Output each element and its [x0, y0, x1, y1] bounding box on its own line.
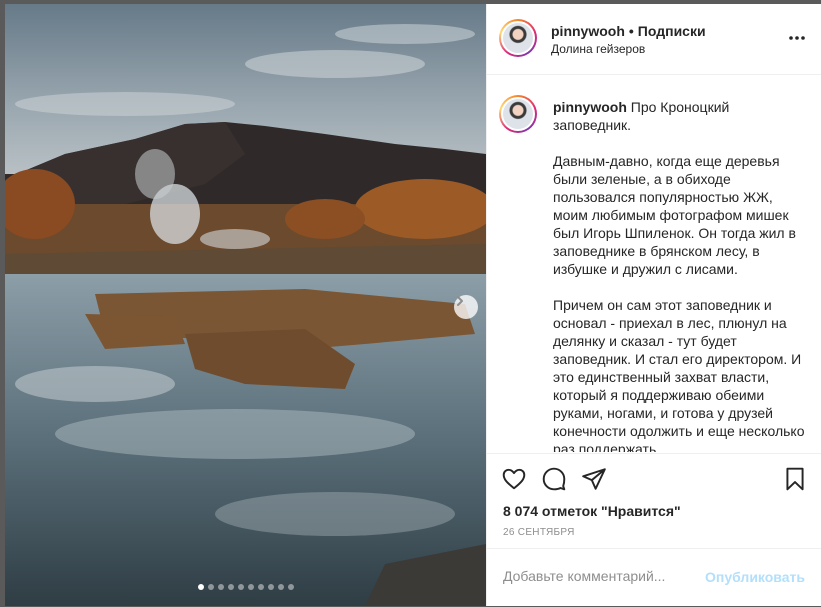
avatar[interactable]: [499, 95, 537, 133]
caption-area[interactable]: pinnywooh Про Кроноцкий заповедник. Давн…: [487, 75, 821, 452]
caption-paragraph: Причем он сам этот заповедник и основал …: [553, 297, 805, 452]
caption-paragraph: Давным-давно, когда еще деревья были зел…: [553, 153, 796, 277]
comment-input[interactable]: [503, 568, 693, 584]
location-link[interactable]: Долина гейзеров: [551, 42, 645, 56]
post-actions: 8 074 отметок "Нравится" 26 СЕНТЯБРЯ: [487, 453, 821, 550]
username-link[interactable]: pinnywooh: [551, 23, 625, 39]
avatar-image: [503, 99, 533, 129]
landscape-image: [5, 4, 486, 606]
comment-form: Опубликовать: [487, 548, 821, 607]
caption-username-link[interactable]: pinnywooh: [553, 99, 627, 115]
carousel-dot: [257, 584, 264, 590]
publish-button[interactable]: Опубликовать: [705, 569, 805, 585]
carousel-dot: [217, 584, 224, 590]
avatar-image: [503, 23, 533, 53]
bookmark-icon[interactable]: [782, 466, 808, 492]
post-sidebar: pinnywooh • Подписки Долина гейзеров pinny…: [486, 4, 821, 606]
carousel-dot: [237, 584, 244, 590]
carousel-dot: [247, 584, 254, 590]
likes-count[interactable]: 8 074 отметок "Нравится": [503, 503, 681, 519]
avatar[interactable]: [499, 19, 537, 57]
carousel-dot: [287, 584, 294, 590]
heart-icon[interactable]: [501, 466, 527, 492]
carousel-dots: [5, 584, 486, 590]
paper-plane-icon[interactable]: [581, 466, 607, 492]
carousel-dot: [207, 584, 214, 590]
post-header: pinnywooh • Подписки Долина гейзеров: [487, 4, 821, 75]
post-date[interactable]: 26 СЕНТЯБРЯ: [503, 527, 575, 538]
carousel-dot: [227, 584, 234, 590]
next-photo-button[interactable]: [454, 295, 478, 319]
carousel-dot: [277, 584, 284, 590]
carousel-dot: [197, 584, 204, 590]
caption-paragraph: pinnywooh Про Кроноцкий заповедник.: [553, 98, 811, 134]
carousel-dot: [267, 584, 274, 590]
post-photo: [5, 4, 486, 606]
header-user-line: pinnywooh • Подписки: [551, 23, 706, 39]
comment-bubble-icon[interactable]: [541, 466, 567, 492]
header-separator: •: [628, 23, 634, 39]
chevron-right-icon: [457, 296, 463, 306]
more-horizontal-icon[interactable]: [787, 30, 807, 46]
caption-text: pinnywooh Про Кроноцкий заповедник. Давн…: [553, 98, 811, 452]
following-button[interactable]: Подписки: [638, 23, 706, 39]
